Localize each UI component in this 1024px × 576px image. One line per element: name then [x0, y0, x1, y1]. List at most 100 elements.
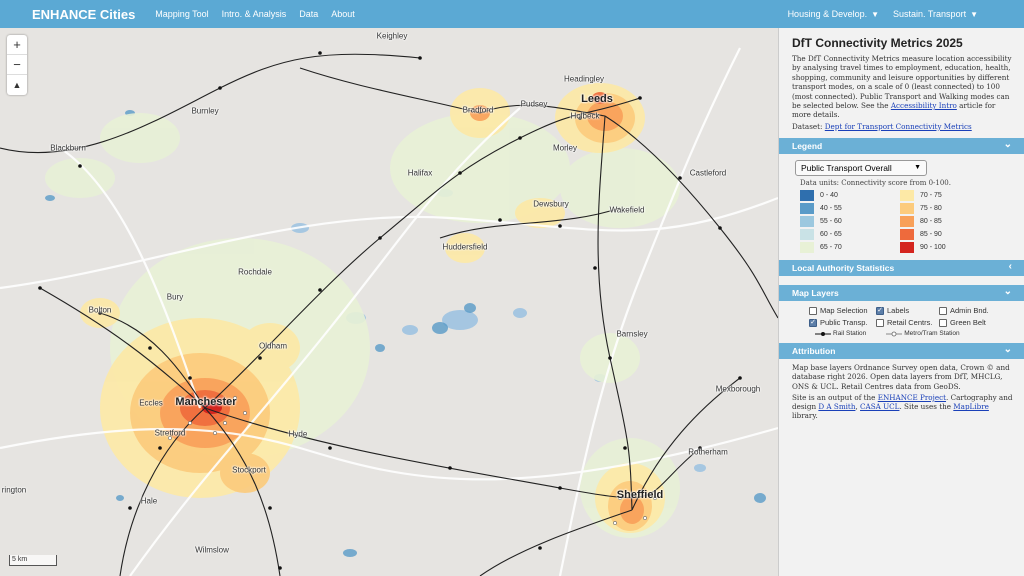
layer-toggle[interactable]: Map Selection [809, 306, 876, 315]
metric-select[interactable]: Public Transport Overall ▼ [795, 160, 927, 177]
author-link[interactable]: D A Smith [818, 402, 855, 411]
enhance-project-link[interactable]: ENHANCE Project [878, 393, 946, 402]
chevron-left-icon: ‹ [1008, 261, 1012, 273]
legend-label: 80 - 85 [920, 218, 942, 226]
credits-text-c: . Site uses the [899, 402, 951, 412]
legend-swatch [900, 190, 914, 202]
nav-mapping-tool[interactable]: Mapping Tool [155, 9, 208, 19]
legend-column: 70 - 75 75 - 80 80 - 85 85 - 90 90 - 100 [900, 189, 1000, 254]
legend-label: 60 - 65 [820, 231, 842, 239]
legend-item: 55 - 60 [800, 215, 900, 228]
legend-label: 55 - 60 [820, 218, 842, 226]
casa-link[interactable]: CASA UCL [860, 402, 899, 411]
nav-housing-label: Housing & Develop. [787, 9, 868, 19]
attribution-section-header[interactable]: Attribution ⌄ [779, 343, 1024, 360]
place-label: Mexborough [715, 384, 761, 394]
checkbox-icon[interactable] [876, 318, 884, 327]
layer-toggle[interactable]: ✓ Public Transp. [809, 318, 876, 327]
maplibre-link[interactable]: MapLibre [953, 402, 989, 411]
checkbox-icon[interactable] [939, 306, 947, 315]
checkbox-checked-icon[interactable]: ✓ [809, 318, 817, 327]
accessibility-intro-link[interactable]: Accessibility Intro [891, 101, 957, 110]
chevron-down-icon: ⌄ [1003, 139, 1012, 151]
stats-section-header[interactable]: Local Authority Statistics ‹ [779, 260, 1024, 277]
place-label: Pudsey [520, 99, 548, 109]
legend-swatch [800, 242, 814, 254]
legend-item: 65 - 70 [800, 241, 900, 254]
layers-section-header[interactable]: Map Layers ⌄ [779, 285, 1024, 302]
dataset-line: Dataset: Dept for Transport Connectivity… [792, 122, 1014, 131]
legend-swatch [900, 216, 914, 228]
legend-heading: Legend [792, 141, 823, 152]
layer-label: Public Transp. [820, 318, 868, 328]
place-label: Dewsbury [533, 199, 569, 209]
layer-toggle[interactable]: ✓ Labels [876, 306, 939, 315]
zoom-in-button[interactable]: + [7, 35, 27, 55]
zoom-out-button[interactable]: − [7, 55, 27, 75]
legend-item: 75 - 80 [900, 202, 1000, 215]
attribution-heading: Attribution [792, 346, 836, 357]
layer-toggle[interactable]: Retail Centrs. [876, 318, 939, 327]
legend-section-header[interactable]: Legend ⌄ [779, 138, 1024, 155]
compass-icon[interactable]: ▲ [7, 75, 27, 95]
nav-transport-label: Sustain. Transport [893, 9, 967, 19]
top-navbar: ENHANCE Cities Mapping Tool Intro. & Ana… [0, 0, 1024, 28]
place-label: Manchester [175, 396, 237, 408]
rail-station-icon [815, 331, 831, 336]
nav-data[interactable]: Data [299, 9, 318, 19]
layer-label: Green Belt [950, 318, 986, 328]
attribution-credits: Site is an output of the ENHANCE Project… [792, 392, 1013, 421]
place-label: Bradford [462, 105, 494, 115]
nav-transport-dropdown[interactable]: Sustain. Transport ▼ [893, 9, 978, 19]
place-label: Holbeck [570, 111, 600, 121]
chevron-down-icon: ▼ [970, 9, 978, 19]
dataset-label: Dataset: [792, 121, 823, 131]
place-label: Hyde [288, 429, 308, 439]
legend-swatch [900, 242, 914, 254]
legend-swatch [800, 229, 814, 241]
layer-label: Map Selection [820, 306, 868, 316]
layer-label: Labels [887, 306, 910, 316]
legend-item: 40 - 55 [800, 202, 900, 215]
legend-swatch [800, 203, 814, 215]
legend-label: 75 - 80 [920, 205, 942, 213]
legend-label: 65 - 70 [820, 244, 842, 252]
layer-toggle[interactable]: Admin Bnd. [939, 306, 1019, 315]
checkbox-icon[interactable] [809, 306, 817, 315]
legend-label: 70 - 75 [920, 192, 942, 200]
checkbox-checked-icon[interactable]: ✓ [876, 306, 884, 315]
legend-item: 70 - 75 [900, 189, 1000, 202]
nav-housing-dropdown[interactable]: Housing & Develop. ▼ [788, 9, 879, 19]
chevron-down-icon: ▼ [871, 9, 880, 19]
map-canvas[interactable]: Keighley Headingley Leeds Bradford Pudse… [0, 28, 778, 576]
checkbox-icon[interactable] [939, 318, 947, 327]
place-label: rington [1, 485, 27, 495]
place-label: Rotherham [688, 447, 728, 457]
sidebar-panel: DfT Connectivity Metrics 2025 The DfT Co… [778, 28, 1024, 576]
place-label: Leeds [581, 93, 613, 105]
scale-bar: 5 km [9, 555, 57, 566]
legend-item: 80 - 85 [900, 215, 1000, 228]
place-label: Keighley [376, 31, 408, 41]
place-label: Huddersfield [442, 242, 488, 252]
place-label: Burnley [191, 106, 219, 116]
layer-toggle[interactable]: Green Belt [939, 318, 1019, 327]
rail-station-label: Rail Station [833, 330, 867, 338]
legend-label: 85 - 90 [920, 231, 942, 239]
layer-label: Retail Centrs. [887, 318, 933, 328]
place-label: Headingley [563, 74, 605, 84]
place-label: Stretford [154, 428, 186, 438]
nav-intro-analysis[interactable]: Intro. & Analysis [222, 9, 287, 19]
place-label: Wilmslow [195, 545, 229, 555]
place-label: Stockport [232, 465, 266, 475]
place-label: Barnsley [616, 329, 648, 339]
rail-station-key: Rail Station [815, 330, 866, 337]
dataset-link[interactable]: Dept for Transport Connectivity Metrics [825, 122, 972, 131]
data-units-note: Data units: Connectivity score from 0-10… [800, 179, 951, 188]
layer-toggles: Map Selection ✓ Labels Admin Bnd. ✓ Public Tr… [809, 306, 1024, 327]
place-label: Castleford [689, 168, 727, 178]
brand-title[interactable]: ENHANCE Cities [0, 7, 135, 22]
nav-about[interactable]: About [331, 9, 355, 19]
place-label: Blackburn [50, 143, 86, 153]
legend-swatch [900, 229, 914, 241]
